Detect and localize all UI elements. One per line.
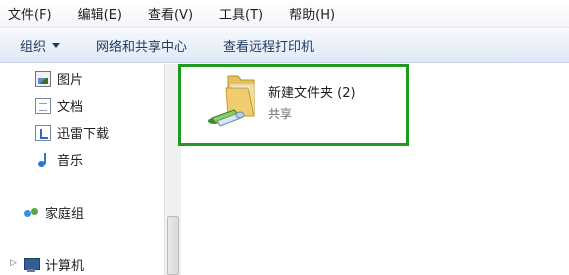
nav-item-computer[interactable]: 计算机: [23, 255, 84, 274]
expand-arrow-icon[interactable]: ▷: [10, 258, 17, 268]
menu-edit[interactable]: 编辑(E): [78, 4, 122, 23]
view-remote-printers-button[interactable]: 查看远程打印机: [223, 36, 314, 55]
xunlei-download-icon: [35, 124, 51, 141]
organize-label: 组织: [20, 40, 47, 55]
nav-item-label: 图片: [57, 73, 84, 88]
nav-item-documents[interactable]: 文档: [35, 96, 83, 115]
explorer-window: 文件(F) 编辑(E) 查看(V) 工具(T) 帮助(H) 组织 网络和共享中心…: [0, 0, 569, 275]
menu-view[interactable]: 查看(V): [148, 4, 193, 23]
nav-item-music[interactable]: 音乐: [35, 150, 83, 169]
nav-item-label: 家庭组: [45, 207, 85, 222]
nav-item-label: 迅雷下载: [57, 127, 110, 142]
folder-name: 新建文件夹 (2): [268, 86, 356, 101]
network-sharing-center-button[interactable]: 网络和共享中心: [96, 36, 187, 55]
menu-help[interactable]: 帮助(H): [289, 4, 335, 23]
shared-folder-item[interactable]: 新建文件夹 (2) 共享: [204, 72, 384, 136]
menu-bar: 文件(F) 编辑(E) 查看(V) 工具(T) 帮助(H): [0, 0, 569, 28]
scrollbar-thumb[interactable]: [167, 216, 179, 275]
shared-folder-icon: [208, 75, 255, 127]
nav-item-label: 文档: [57, 100, 84, 115]
nav-item-label: 音乐: [57, 154, 84, 169]
command-toolbar: 组织 网络和共享中心 查看远程打印机: [0, 29, 569, 63]
computer-icon: [23, 257, 40, 273]
music-icon: [35, 152, 51, 168]
document-icon: [35, 97, 51, 114]
homegroup-icon: [23, 205, 39, 221]
organize-button[interactable]: 组织: [20, 36, 61, 55]
pictures-icon: [35, 70, 51, 87]
nav-item-pictures[interactable]: 图片: [35, 69, 83, 88]
nav-item-homegroup[interactable]: 家庭组: [23, 203, 84, 222]
nav-item-xunlei-download[interactable]: 迅雷下载: [35, 123, 109, 142]
chevron-down-icon: [52, 43, 61, 48]
menu-tools[interactable]: 工具(T): [219, 4, 263, 23]
folder-share-status: 共享: [268, 107, 293, 121]
nav-item-label: 计算机: [45, 259, 85, 274]
menu-file[interactable]: 文件(F): [8, 4, 52, 23]
